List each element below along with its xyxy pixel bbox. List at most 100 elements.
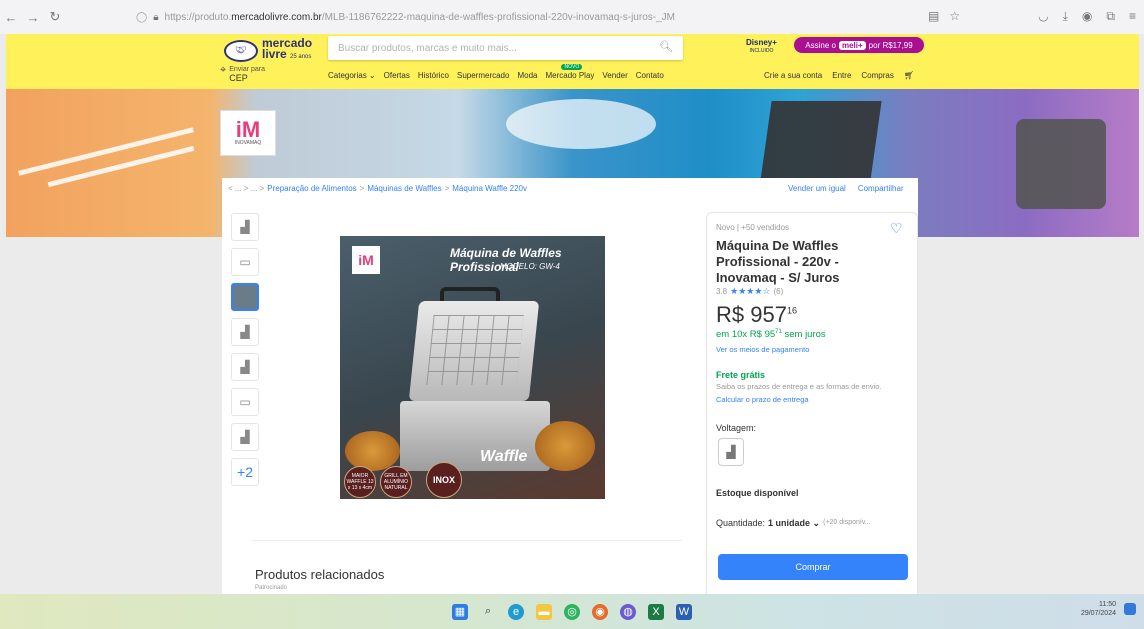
firefox-icon[interactable]: ◉: [592, 603, 608, 620]
app-icon[interactable]: ◍: [620, 603, 636, 620]
breadcrumb-actions: Vender um igual Compartilhar: [788, 184, 904, 193]
breadcrumb-ellipsis: < ... > ... >: [228, 184, 265, 193]
nav-ofertas[interactable]: Ofertas: [384, 71, 410, 80]
nav-supermercado[interactable]: Supermercado: [457, 71, 509, 80]
logo-line2: livre: [262, 47, 287, 61]
disney-label: Disney+: [746, 38, 777, 47]
nav-categorias[interactable]: Categorias ⌄: [328, 71, 376, 80]
back-icon[interactable]: ←: [0, 10, 22, 25]
clock-time: 11:50: [1099, 601, 1116, 608]
mercadolivre-logo[interactable]: 🤝︎ mercado livre 25 anos: [224, 37, 312, 63]
more-images-button[interactable]: +2: [231, 458, 259, 486]
quantity-label: Quantidade:: [716, 518, 766, 528]
extensions-icon[interactable]: ⧉: [1106, 9, 1115, 24]
quantity-selector[interactable]: Quantidade: 1 unidade ⌄ (+20 disponív...: [716, 518, 871, 529]
grill-badge: GRILL EM ALUMÍNIO NATURAL: [380, 466, 412, 498]
cep-label: CEP: [229, 73, 248, 83]
banner-decor: [1016, 119, 1106, 209]
purchases-link[interactable]: Compras: [861, 71, 893, 80]
nav-mercado-play[interactable]: NOVO Mercado Play: [545, 64, 595, 80]
size-badge: MAIOR WAFFLE 13 x 13 x 4cm: [344, 466, 376, 498]
quantity-available: (+20 disponív...: [823, 519, 871, 526]
system-clock[interactable]: 11:50 29/07/2024: [1081, 600, 1116, 618]
waffle-word: Waffle: [480, 448, 528, 465]
nav-vender[interactable]: Vender: [602, 71, 627, 80]
login-link[interactable]: Entre: [832, 71, 851, 80]
location-pin-icon: ⌖: [220, 64, 227, 76]
breadcrumb-item[interactable]: Máquinas de Waffles: [367, 184, 441, 193]
payment-methods-link[interactable]: Ver os meios de pagamento: [716, 345, 809, 354]
buy-button[interactable]: Comprar: [718, 554, 908, 580]
thumbnail[interactable]: ▟: [231, 353, 259, 381]
download-icon[interactable]: ⤓: [1063, 9, 1068, 24]
thumbnail-selected[interactable]: [231, 283, 259, 311]
meli-plus-banner[interactable]: Assine o meli+ por R$17,99: [794, 37, 924, 53]
excel-icon[interactable]: X: [648, 603, 664, 620]
browser-toolbar: ← → ↻ ◯ 🔒︎ https://produto. mercadolivre.…: [0, 0, 1144, 34]
store-brand-logo[interactable]: iM INOVAMAQ: [220, 110, 276, 156]
breadcrumb-item[interactable]: Preparação de Alimentos: [267, 184, 356, 193]
cep-selector[interactable]: ⌖ Enviar para CEP: [220, 64, 265, 84]
nav-mercado-play-label: Mercado Play: [545, 71, 595, 80]
search-icon[interactable]: ⌕: [480, 604, 496, 620]
file-explorer-icon[interactable]: ▬: [536, 603, 552, 620]
chrome-icon[interactable]: ◎: [564, 603, 580, 620]
reader-icon[interactable]: ▤: [928, 9, 939, 23]
edge-icon[interactable]: e: [508, 603, 524, 620]
price-main: R$ 957: [716, 302, 787, 327]
start-icon[interactable]: ▦: [452, 603, 468, 620]
lock-icon: 🔒︎: [153, 11, 159, 23]
inst-suffix: sem juros: [781, 329, 826, 341]
pocket-icon[interactable]: ◡: [1038, 9, 1048, 24]
heart-icon[interactable]: ♡: [890, 220, 903, 237]
menu-icon[interactable]: ≡: [1129, 9, 1136, 24]
bookmark-star-icon[interactable]: ☆: [949, 9, 960, 23]
sell-similar-link[interactable]: Vender um igual: [788, 184, 846, 193]
installments: em 10x R$ 9571 sem juros: [716, 329, 826, 340]
rating[interactable]: 3.8 ★★★★☆ (6): [716, 286, 783, 297]
product-main-image[interactable]: iM Máquina de Waffles Profissional MODEL…: [340, 236, 605, 499]
brand-mark-icon: iM: [235, 117, 261, 142]
breadcrumb-item[interactable]: Máquina Waffle 220v: [452, 184, 527, 193]
search-placeholder: Buscar produtos, marcas e muito mais...: [338, 42, 517, 54]
address-bar[interactable]: ◯ 🔒︎ https://produto. mercadolivre.com.br…: [136, 12, 896, 23]
inst-prefix: em: [716, 329, 732, 341]
forward-icon[interactable]: →: [22, 10, 44, 25]
calculate-delivery-link[interactable]: Calcular o prazo de entrega: [716, 395, 809, 404]
thumbnail[interactable]: ▟: [231, 423, 259, 451]
cart-icon[interactable]: 🛒︎: [904, 71, 914, 80]
shield-icon: ◯: [136, 11, 148, 23]
nav-moda[interactable]: Moda: [517, 71, 537, 80]
thumbnail[interactable]: ▟: [231, 213, 259, 241]
thumbnail[interactable]: ▟: [231, 318, 259, 346]
rating-count: (6): [773, 287, 784, 296]
search-input[interactable]: Buscar produtos, marcas e muito mais... …: [328, 36, 683, 60]
price-cents: 16: [786, 305, 797, 316]
reload-icon[interactable]: ↻: [44, 9, 66, 25]
waffle-food: [345, 431, 400, 471]
search-icon[interactable]: 🔍︎: [659, 40, 673, 53]
handshake-icon: 🤝︎: [224, 39, 258, 62]
nav-contato[interactable]: Contato: [636, 71, 664, 80]
rating-stars: ★★★★☆: [730, 286, 771, 296]
thumbnail[interactable]: ▭: [231, 388, 259, 416]
banner-decor: [47, 145, 195, 188]
word-icon[interactable]: W: [676, 603, 692, 620]
url-prefix: https://produto.: [164, 11, 232, 23]
nav-historico[interactable]: Histórico: [418, 71, 449, 80]
create-account-link[interactable]: Crie a sua conta: [764, 71, 822, 80]
divider: [252, 540, 682, 541]
waffle-machine-illustration: [400, 287, 550, 471]
breadcrumb: < ... > ... > Preparação de Alimentos > …: [228, 184, 527, 193]
stock-status: Estoque disponível: [716, 488, 799, 498]
notification-icon[interactable]: [1124, 603, 1136, 615]
voltage-option[interactable]: ▟: [718, 438, 744, 466]
thumbnail[interactable]: ▭: [231, 248, 259, 276]
condition-text: Novo | +50 vendidos: [716, 223, 790, 232]
voltage-label: Voltagem:: [716, 423, 757, 433]
account-icon[interactable]: ◉: [1082, 9, 1092, 24]
meli-price: por R$17,99: [868, 40, 913, 50]
disney-plus-logo[interactable]: Disney+ INCLUIDO: [746, 39, 777, 55]
share-link[interactable]: Compartilhar: [858, 184, 904, 193]
inox-badge: INOX: [426, 462, 462, 498]
